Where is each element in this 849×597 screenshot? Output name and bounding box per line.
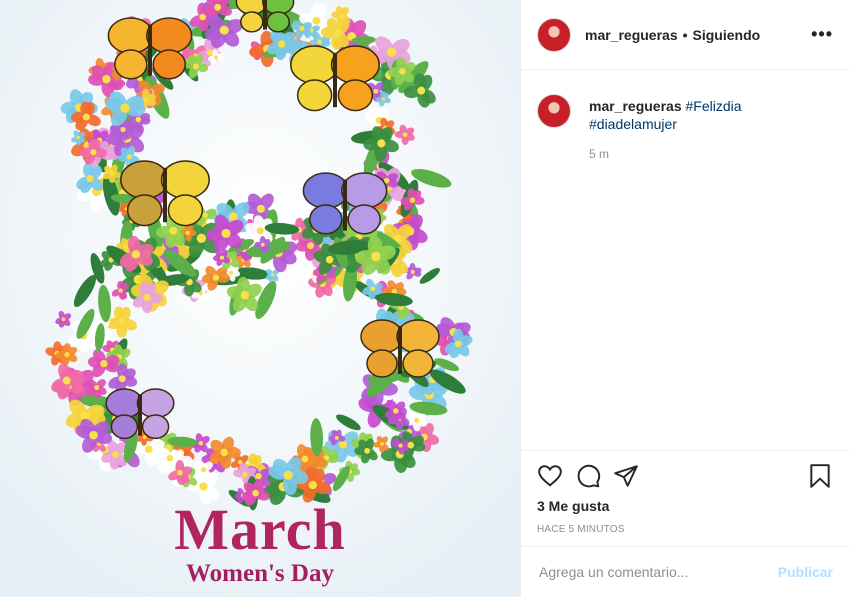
hashtag-felizdia[interactable]: #Felizdia bbox=[686, 98, 742, 114]
butterfly bbox=[302, 172, 388, 235]
action-bar bbox=[521, 451, 849, 489]
likes-count[interactable]: 3 Me gusta bbox=[521, 489, 849, 514]
share-icon[interactable] bbox=[613, 463, 639, 489]
poster-subtitle: Women's Day bbox=[186, 560, 334, 587]
comment-icon[interactable] bbox=[575, 463, 601, 489]
comment-input[interactable] bbox=[537, 563, 778, 581]
avatar[interactable] bbox=[537, 94, 571, 128]
bookmark-icon[interactable] bbox=[807, 463, 833, 489]
ellipsis-icon[interactable]: ••• bbox=[811, 24, 833, 45]
post-header: mar_regueras • Siguiendo ••• bbox=[521, 0, 849, 70]
caption-time[interactable]: 5 m bbox=[589, 147, 833, 161]
actions-section: 3 Me gusta HACE 5 MINUTOS bbox=[521, 450, 849, 535]
separator-dot: • bbox=[682, 26, 688, 43]
caption: mar_regueras #Felizdia #diadelamujer 5 m bbox=[537, 94, 833, 161]
header-username[interactable]: mar_regueras bbox=[585, 27, 678, 43]
avatar[interactable] bbox=[537, 17, 571, 52]
hashtag-diadelamujer[interactable]: #diadelamujer bbox=[589, 116, 677, 132]
butterfly bbox=[120, 160, 210, 227]
butterfly bbox=[105, 388, 175, 440]
butterfly bbox=[235, 0, 295, 33]
comment-composer: Publicar bbox=[521, 546, 849, 597]
butterfly bbox=[107, 17, 193, 80]
post-timestamp[interactable]: HACE 5 MINUTOS bbox=[521, 514, 849, 535]
heart-icon[interactable] bbox=[537, 463, 563, 489]
caption-username[interactable]: mar_regueras bbox=[589, 98, 682, 114]
following-button[interactable]: Siguiendo bbox=[693, 27, 761, 43]
caption-text: mar_regueras #Felizdia #diadelamujer bbox=[589, 97, 833, 133]
post-sidebar: mar_regueras • Siguiendo ••• mar_reguera… bbox=[520, 0, 849, 597]
butterfly bbox=[360, 319, 440, 378]
poster-title: March bbox=[174, 497, 346, 562]
butterfly bbox=[290, 45, 380, 112]
publish-button[interactable]: Publicar bbox=[778, 564, 833, 580]
instagram-post: March Women's Day mar_regueras • Siguien… bbox=[0, 0, 849, 597]
post-image[interactable]: March Women's Day bbox=[0, 0, 520, 597]
